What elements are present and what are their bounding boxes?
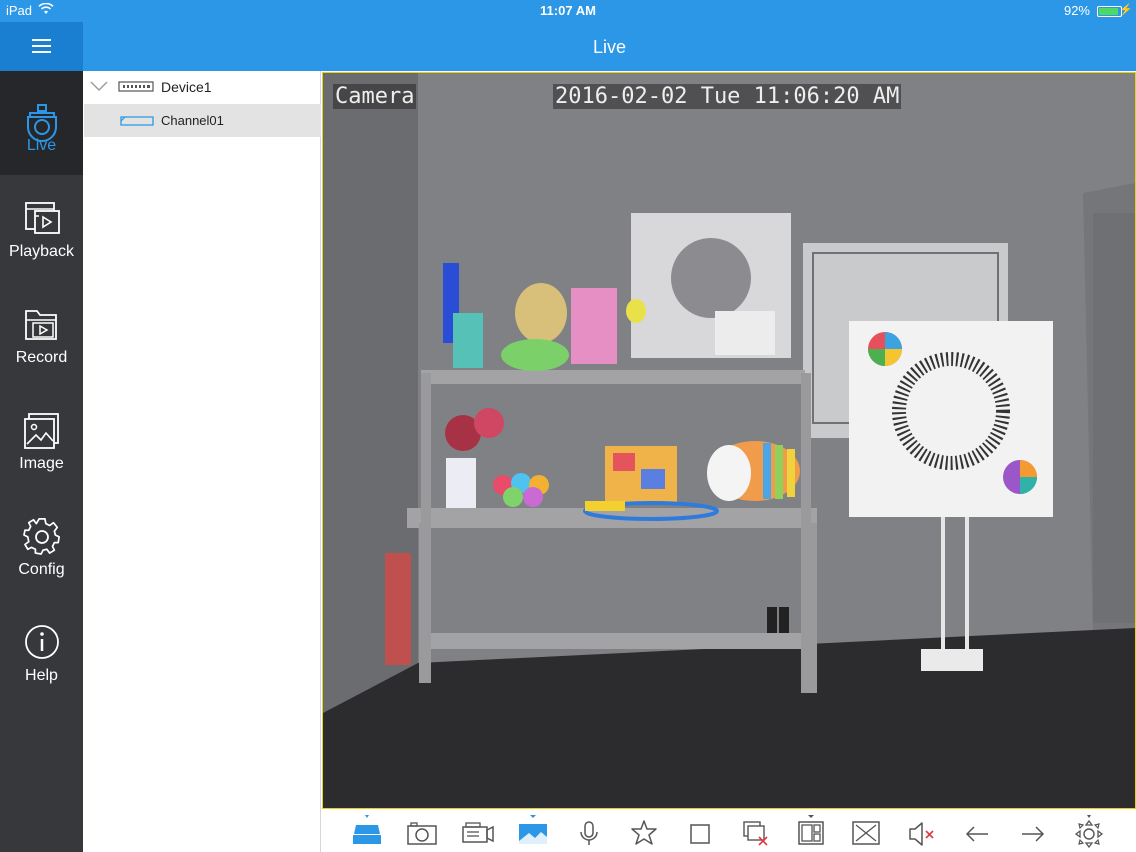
sidebar-item-label: Playback <box>9 243 74 260</box>
battery-icon <box>1097 6 1122 17</box>
image-icon <box>23 413 59 449</box>
sidebar-item-record[interactable]: Record <box>0 289 83 393</box>
charging-icon: ⚡ <box>1119 4 1133 16</box>
stop-icon <box>690 824 710 844</box>
ptz-button[interactable] <box>1072 814 1106 848</box>
osd-camera-name: Camera <box>333 84 417 109</box>
next-icon <box>1022 826 1045 842</box>
sidebar-item-live[interactable]: Live <box>0 71 83 175</box>
page-title: Live <box>592 37 627 57</box>
playback-icon <box>24 202 60 234</box>
previous-icon <box>965 826 988 842</box>
tree-channel-row[interactable]: Channel01 <box>84 104 321 137</box>
previous-button[interactable] <box>960 814 994 848</box>
favorite-button[interactable] <box>627 814 661 848</box>
channel-icon <box>120 116 154 126</box>
sidebar: Live Playback Record Image Config Help <box>0 71 83 852</box>
live-video-view[interactable]: Camera 2016-02-02 Tue 11:06:20 AM <box>322 72 1136 809</box>
fullscreen-icon <box>852 821 880 845</box>
stream-icon <box>353 815 381 844</box>
channel-label: Channel01 <box>161 113 224 128</box>
record-button[interactable] <box>461 814 495 848</box>
layout-button[interactable] <box>794 814 828 848</box>
chevron-down-icon[interactable] <box>90 80 108 92</box>
battery-percent: 92% <box>1063 3 1090 18</box>
layout-icon <box>798 815 824 845</box>
sidebar-item-label: Record <box>15 349 68 366</box>
sidebar-item-playback[interactable]: Playback <box>0 183 83 287</box>
sidebar-item-label: Live <box>26 137 57 154</box>
live-toolbar <box>322 810 1136 852</box>
dvr-icon <box>118 81 154 92</box>
tree-device-row[interactable]: Device1 <box>84 71 321 104</box>
fullscreen-button[interactable] <box>849 814 883 848</box>
sidebar-item-label: Image <box>19 455 64 472</box>
mute-button[interactable] <box>905 814 939 848</box>
menu-button[interactable] <box>0 22 83 71</box>
osd-timestamp: 2016-02-02 Tue 11:06:20 AM <box>553 84 902 109</box>
gear-icon <box>22 517 60 555</box>
sidebar-item-label: Help <box>25 667 58 684</box>
info-icon <box>24 625 59 659</box>
stop-button[interactable] <box>683 814 717 848</box>
sidebar-item-help[interactable]: Help <box>0 607 83 711</box>
snapshot-icon <box>407 822 437 845</box>
sidebar-item-image[interactable]: Image <box>0 395 83 499</box>
record-folder-icon <box>24 310 57 340</box>
record-video-icon <box>462 822 494 843</box>
close-all-icon <box>743 821 768 846</box>
status-bar: iPad 11:07 AM 92% ⚡ <box>0 0 1136 22</box>
microphone-icon <box>580 821 598 845</box>
device-tree: Device1 Channel01 <box>84 71 321 852</box>
image-quality-button[interactable] <box>516 814 550 848</box>
sidebar-item-config[interactable]: Config <box>0 501 83 605</box>
ptz-icon <box>1074 815 1104 848</box>
status-time: 11:07 AM <box>540 3 596 18</box>
microphone-button[interactable] <box>572 814 606 848</box>
mute-icon <box>909 822 934 846</box>
camera-feed-image <box>323 73 1135 808</box>
next-button[interactable] <box>1016 814 1050 848</box>
app-header: Live <box>0 22 1136 71</box>
image-quality-icon <box>519 815 547 844</box>
snapshot-button[interactable] <box>405 814 439 848</box>
device-label: Device1 <box>161 79 212 95</box>
sidebar-item-label: Config <box>18 561 65 578</box>
stream-button[interactable] <box>350 814 384 848</box>
close-all-button[interactable] <box>738 814 772 848</box>
favorite-icon <box>631 820 657 845</box>
